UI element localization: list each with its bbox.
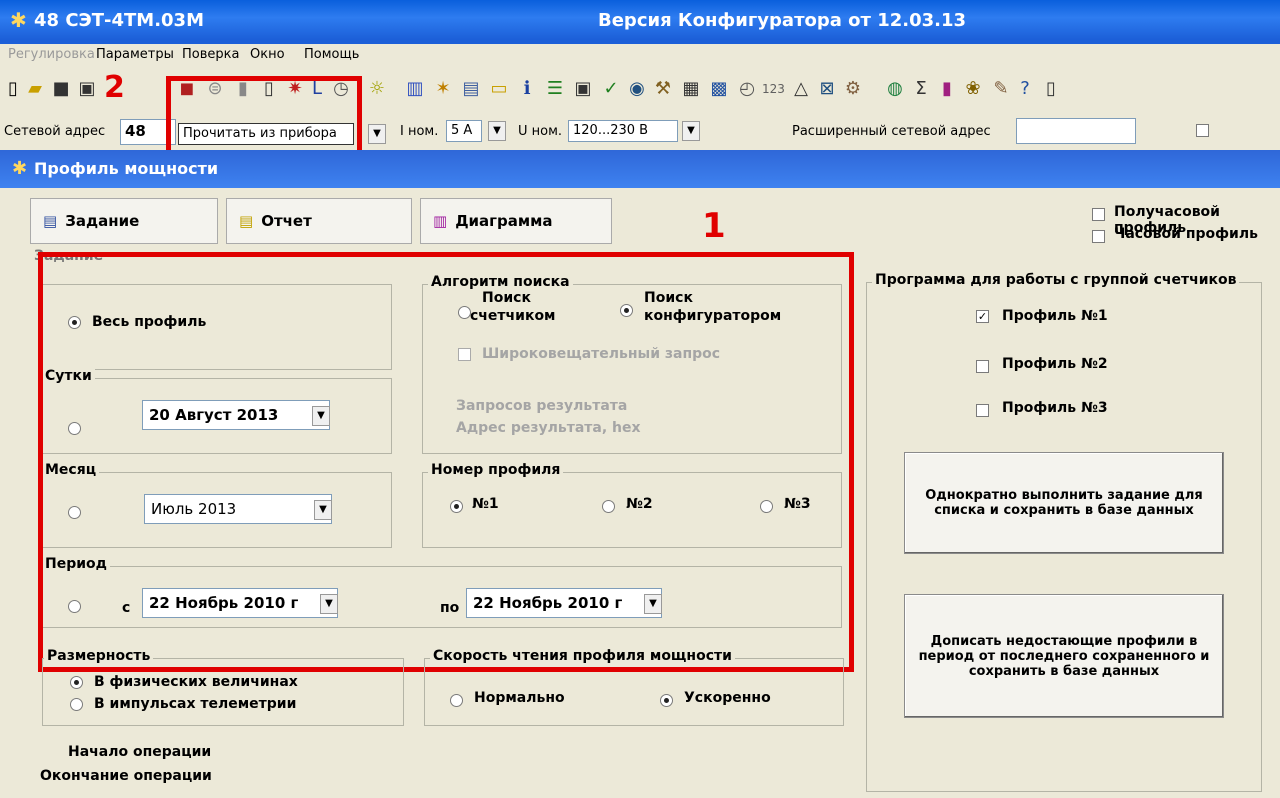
report-icon: ▤ (239, 212, 254, 230)
menu-help[interactable]: Помощь (304, 47, 359, 62)
chevron-down-icon[interactable]: ▼ (368, 124, 386, 144)
group-profile-2-checkbox[interactable] (976, 360, 989, 373)
digits-icon[interactable]: 123 (762, 78, 785, 100)
hour-label: Часовой профиль (1114, 226, 1258, 242)
chevron-down-icon[interactable]: ▼ (682, 121, 700, 141)
group-profile-2-label: Профиль №2 (1002, 356, 1108, 372)
profile-panel: ▤ Задание ▤ Отчет ▥ Диаграмма Получасово… (30, 188, 1280, 798)
window-titlebar: ✱ 48 СЭТ-4ТМ.03М Версия Конфигуратора от… (0, 0, 1280, 44)
tab-task-label: Задание (65, 212, 140, 230)
unom-label: U ном. (518, 124, 563, 139)
child-window-titlebar: ✱ Профиль мощности (0, 150, 1280, 188)
configurator-version: Версия Конфигуратора от 12.03.13 (598, 10, 967, 31)
annotation-2: 2 (104, 70, 125, 105)
inom-select[interactable]: 5 А (446, 120, 482, 142)
ext-addr-checkbox[interactable] (1196, 124, 1209, 137)
info-icon[interactable]: ℹ (516, 78, 538, 100)
dimension-label: Размерность (44, 648, 154, 664)
monitor-icon[interactable]: ▣ (572, 78, 594, 100)
speed-label: Скорость чтения профиля мощности (430, 648, 735, 664)
save-as-icon[interactable]: ▣ (76, 78, 98, 100)
timer-icon[interactable]: ◴ (736, 78, 758, 100)
save-icon[interactable]: ■ (50, 78, 72, 100)
tab-diagram[interactable]: ▥ Диаграмма (420, 198, 612, 244)
group-program-label: Программа для работы с группой счетчиков (872, 272, 1240, 288)
tool2-icon[interactable]: ⚙ (842, 78, 864, 100)
flower-icon[interactable]: ❀ (962, 78, 984, 100)
eye-icon[interactable]: ◉ (626, 78, 648, 100)
grid-icon[interactable]: ▩ (708, 78, 730, 100)
menu-parameters[interactable]: Параметры (96, 47, 174, 62)
list-icon[interactable]: ☰ (544, 78, 566, 100)
run-once-button[interactable]: Однократно выполнить задание для списка … (904, 452, 1224, 554)
group-profile-3-checkbox[interactable] (976, 404, 989, 417)
group-profile-3-label: Профиль №3 (1002, 400, 1108, 416)
tools-icon[interactable]: ⚒ (652, 78, 674, 100)
group-profile-1-label: Профиль №1 (1002, 308, 1108, 324)
window-title: 48 СЭТ-4ТМ.03М (34, 10, 204, 31)
wrench-icon[interactable]: ✎ (990, 78, 1012, 100)
chevron-down-icon[interactable]: ▼ (488, 121, 506, 141)
speed-normal-label: Нормально (474, 690, 565, 706)
sigma-icon[interactable]: Σ (910, 78, 932, 100)
dimension-group (42, 658, 404, 726)
dimension-phys-label: В физических величинах (94, 674, 298, 690)
diagram-icon: ▥ (433, 212, 448, 230)
speed-fast-label: Ускоренно (684, 690, 771, 706)
tab-report-label: Отчет (261, 212, 312, 230)
highlight-box-1 (38, 252, 854, 672)
group-profile-1-checkbox[interactable]: ✓ (976, 310, 989, 323)
globe-icon[interactable]: ◍ (884, 78, 906, 100)
ext-addr-input[interactable] (1016, 118, 1136, 144)
op-start-label: Начало операции (68, 744, 212, 760)
check-icon[interactable]: ✓ (600, 78, 622, 100)
triangle-icon[interactable]: △ (790, 78, 812, 100)
dimension-phys-radio[interactable] (70, 676, 83, 689)
menu-poverka[interactable]: Поверка (182, 47, 239, 62)
dimension-pulse-label: В импульсах телеметрии (94, 696, 297, 712)
book-icon[interactable]: ▮ (936, 78, 958, 100)
highlight-box-2 (166, 76, 362, 156)
sun-icon[interactable]: ☼ (366, 78, 388, 100)
help-icon[interactable]: ? (1014, 78, 1036, 100)
append-profiles-button[interactable]: Дописать недостающие профили в период от… (904, 594, 1224, 718)
ext-addr-label: Расширенный сетевой адрес (792, 124, 991, 139)
net-addr-label: Сетевой адрес (4, 124, 106, 139)
child-window-title: Профиль мощности (34, 159, 219, 178)
exit-icon[interactable]: ▯ (1040, 78, 1062, 100)
annotation-1: 1 (702, 206, 726, 246)
db-icon[interactable]: ▦ (680, 78, 702, 100)
unom-select[interactable]: 120...230 В (568, 120, 678, 142)
hour-checkbox[interactable] (1092, 230, 1105, 243)
tab-diagram-label: Диаграмма (455, 212, 553, 230)
bars-icon[interactable]: ▥ (404, 78, 426, 100)
dimension-pulse-radio[interactable] (70, 698, 83, 711)
tab-task[interactable]: ▤ Задание (30, 198, 218, 244)
star-icon[interactable]: ✶ (432, 78, 454, 100)
app-icon: ✱ (10, 8, 27, 32)
tab-report[interactable]: ▤ Отчет (226, 198, 412, 244)
open-folder-icon[interactable]: ▰ (24, 78, 46, 100)
task-icon: ▤ (43, 212, 58, 230)
speed-normal-radio[interactable] (450, 694, 463, 707)
speed-fast-radio[interactable] (660, 694, 673, 707)
menu-regulirovka[interactable]: Регулировка (8, 47, 95, 62)
menu-window[interactable]: Окно (250, 47, 285, 62)
menu-bar: Регулировка Параметры Поверка Окно Помощ… (0, 44, 1280, 66)
half-hour-checkbox[interactable] (1092, 208, 1105, 221)
op-end-label: Окончание операции (40, 768, 212, 784)
palm-icon: ✱ (12, 158, 28, 179)
inom-label: I ном. (400, 124, 439, 139)
new-file-icon[interactable]: ▯ (2, 78, 24, 100)
zoom-icon[interactable]: ⊠ (816, 78, 838, 100)
report-icon[interactable]: ▤ (460, 78, 482, 100)
window-icon[interactable]: ▭ (488, 78, 510, 100)
